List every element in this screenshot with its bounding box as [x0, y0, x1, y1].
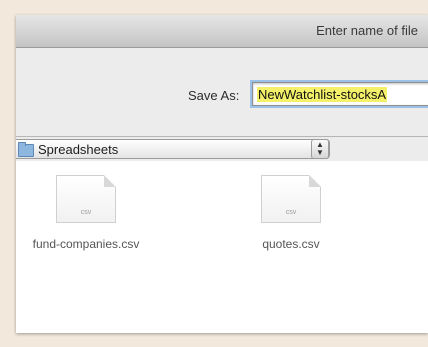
dialog-titlebar: Enter name of file — [16, 15, 428, 48]
file-name: quotes.csv — [262, 237, 320, 251]
file-type-label: csv — [285, 209, 297, 216]
up-down-arrows-icon[interactable]: ▲ ▼ — [311, 139, 329, 159]
location-popup[interactable]: Spreadsheets ▲ ▼ — [16, 139, 330, 159]
file-name: fund-companies.csv — [32, 237, 140, 251]
dialog-title: Enter name of file — [316, 23, 418, 38]
save-as-value: NewWatchlist-stocksA — [257, 87, 388, 102]
folder-icon — [18, 142, 34, 157]
file-item[interactable]: csv quotes.csv — [231, 175, 351, 251]
file-browser: csv fund-companies.csv csv quotes.csv — [16, 161, 428, 333]
save-as-label: Save As: — [188, 88, 240, 103]
csv-document-icon: csv — [56, 175, 116, 223]
divider — [16, 136, 428, 137]
csv-document-icon: csv — [261, 175, 321, 223]
file-item[interactable]: csv fund-companies.csv — [26, 175, 146, 251]
file-type-label: csv — [80, 209, 92, 216]
save-as-row: Save As: NewWatchlist-stocksA — [16, 48, 428, 136]
save-as-input[interactable]: NewWatchlist-stocksA — [252, 82, 428, 106]
location-label: Spreadsheets — [38, 142, 119, 157]
save-dialog: Enter name of file Save As: NewWatchlist… — [16, 15, 428, 333]
